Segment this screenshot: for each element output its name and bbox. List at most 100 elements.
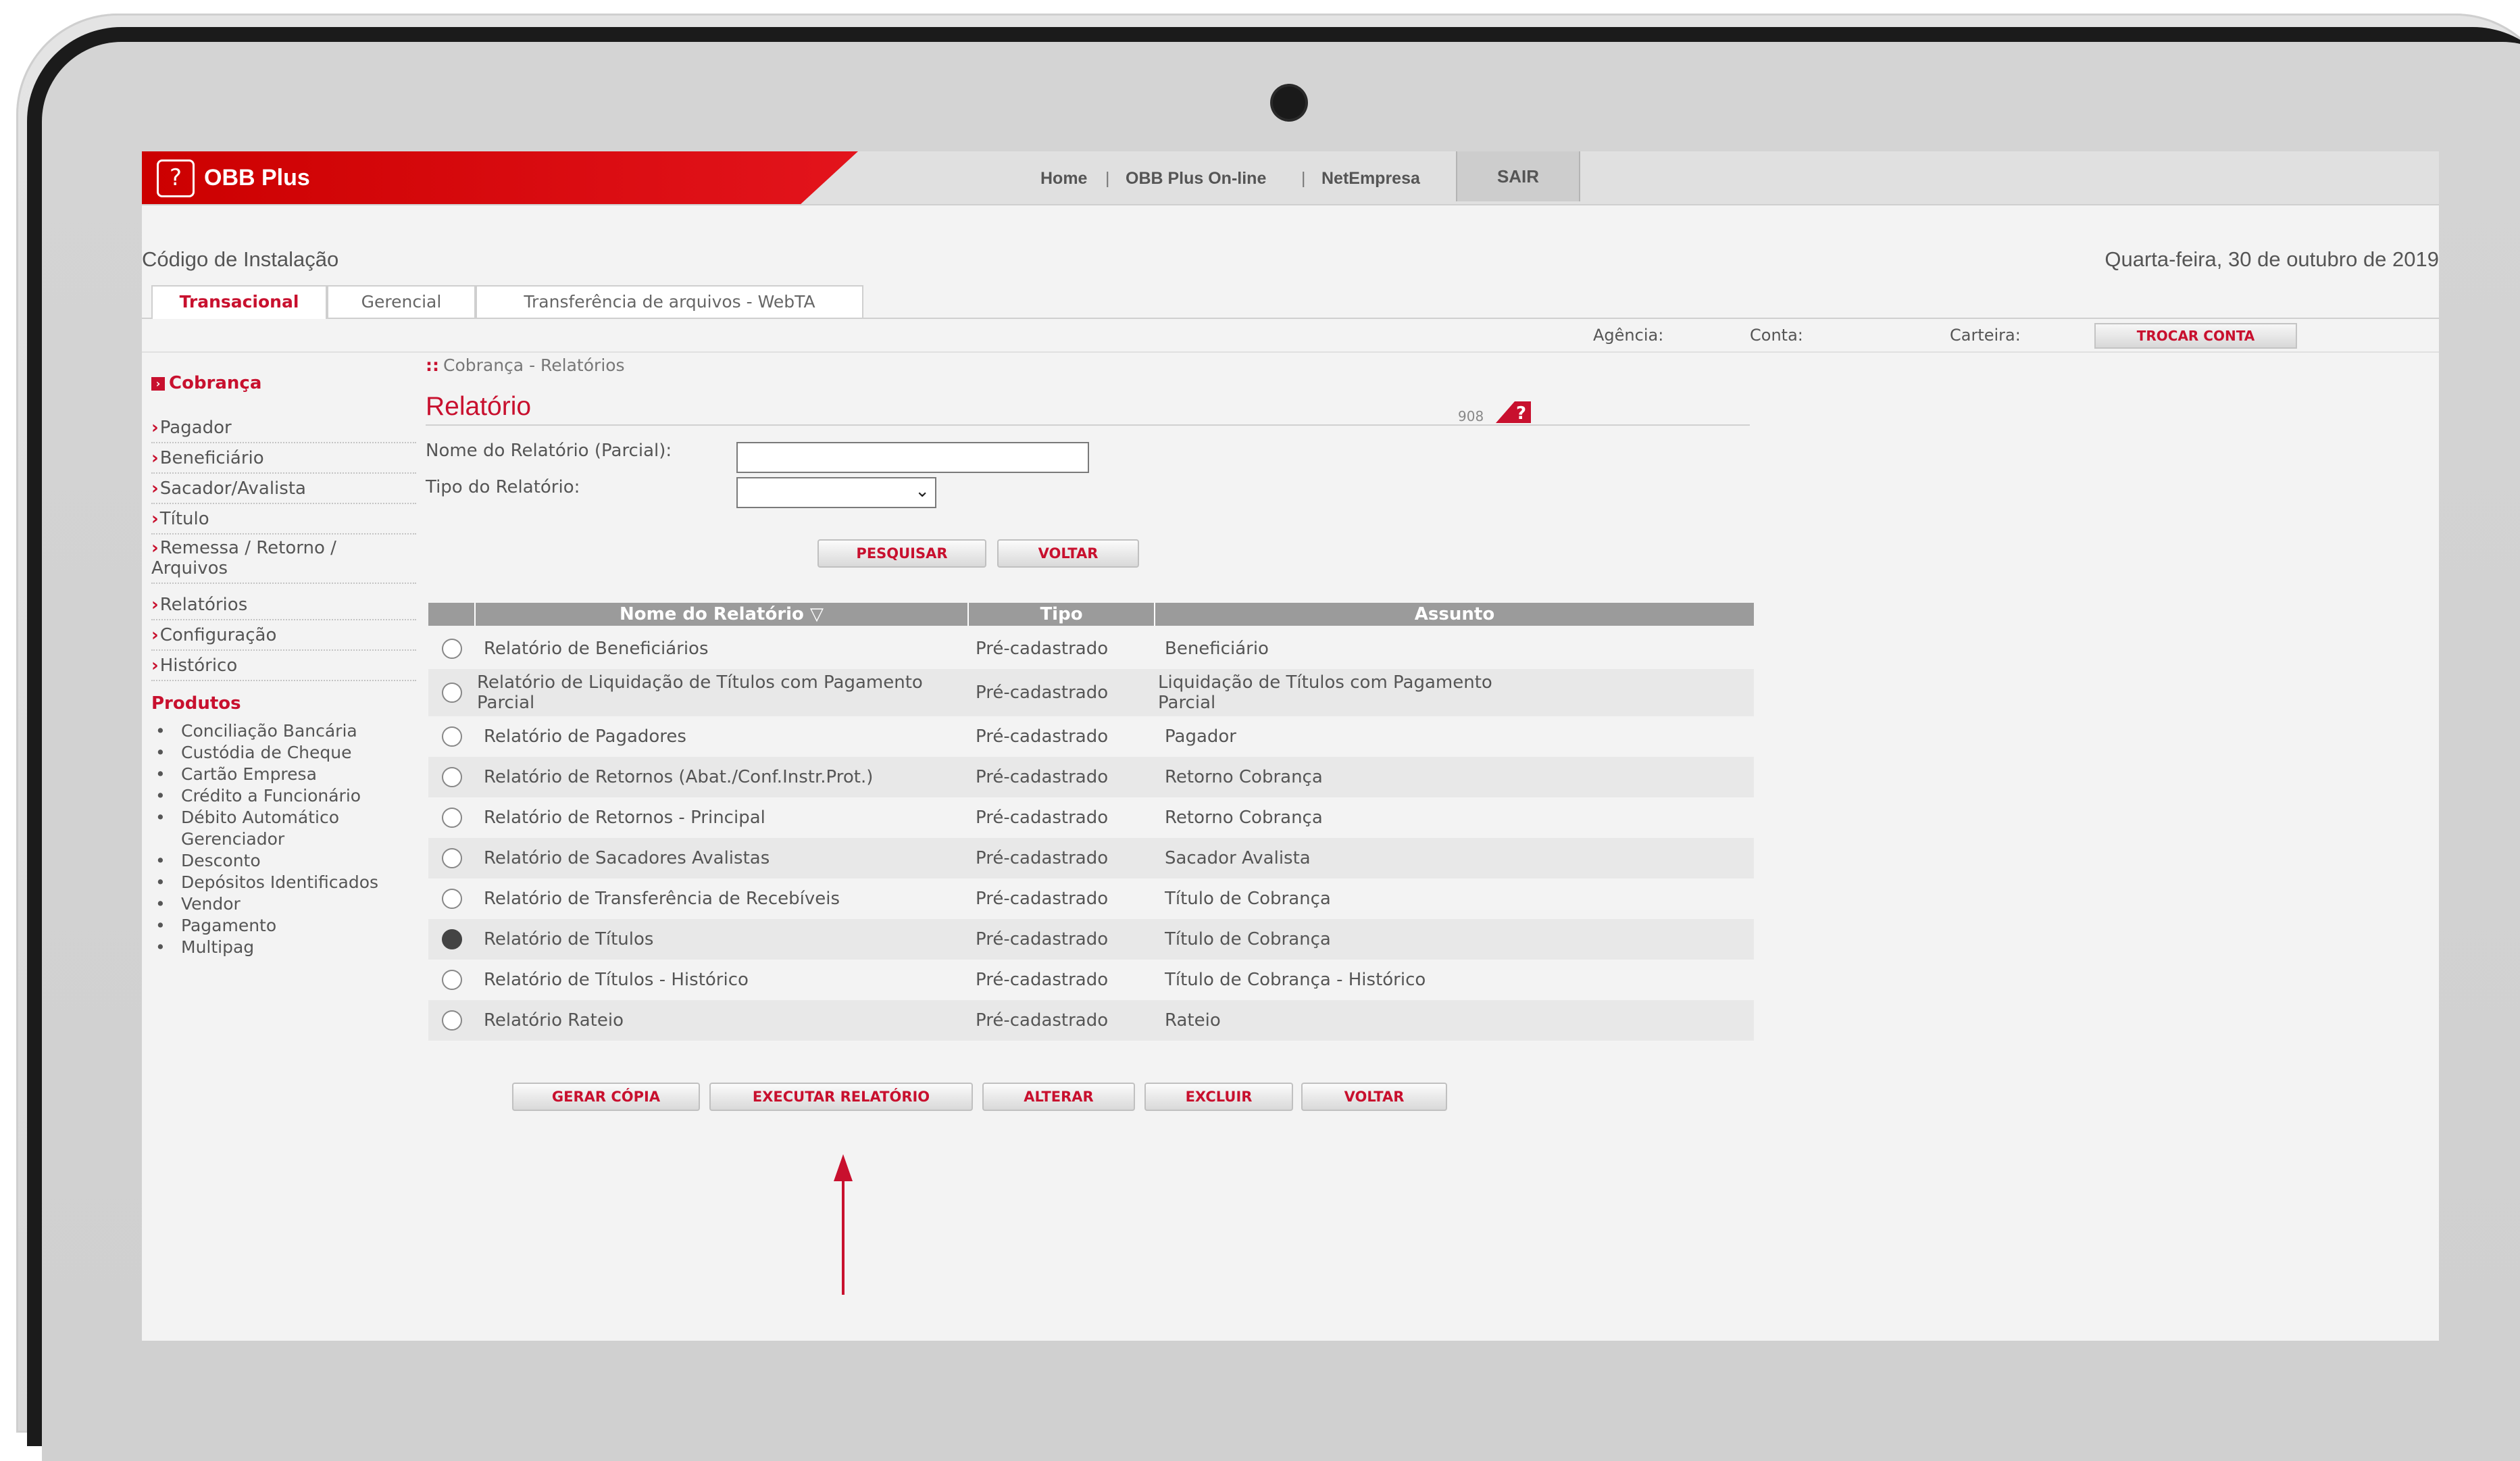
table-row[interactable]: Relatório de Beneficiários Pré-cadastrad… — [428, 628, 1754, 669]
product-link[interactable]: Crédito a Funcionário — [151, 785, 416, 807]
conta-label: Conta: — [1750, 326, 1803, 345]
sidebar-item-titulo[interactable]: ›Título — [151, 505, 416, 535]
row-tipo: Pré-cadastrado — [976, 726, 1109, 747]
table-row[interactable]: Relatório de Retornos (Abat./Conf.Instr.… — [428, 757, 1754, 797]
row-radio[interactable] — [442, 808, 462, 828]
table-row[interactable]: Relatório de Títulos - Histórico Pré-cad… — [428, 960, 1754, 1000]
trocar-conta-button[interactable]: TROCAR CONTA — [2094, 323, 2297, 349]
voltar-bottom-button[interactable]: VOLTAR — [1301, 1083, 1447, 1111]
chevron-right-icon: › — [151, 509, 159, 529]
gerar-copia-button[interactable]: GERAR CÓPIA — [512, 1083, 700, 1111]
sidebar-item-label: Título — [159, 509, 209, 529]
sair-button[interactable]: SAIR — [1456, 151, 1580, 201]
sidebar-item-sacador[interactable]: ›Sacador/Avalista — [151, 474, 416, 504]
products-title: Produtos — [151, 693, 241, 714]
row-radio[interactable] — [442, 1010, 462, 1031]
excluir-button[interactable]: EXCLUIR — [1144, 1083, 1293, 1111]
row-radio[interactable] — [442, 639, 462, 659]
product-link[interactable]: Depósitos Identificados — [151, 872, 416, 893]
header-label: Nome do Relatório — [620, 604, 804, 624]
row-radio[interactable] — [442, 726, 462, 747]
breadcrumb-text: Cobrança - Relatórios — [443, 355, 625, 375]
svg-text:?: ? — [1516, 403, 1526, 424]
row-assunto: Sacador Avalista — [1165, 848, 1311, 868]
red-arrow-shaft — [842, 1173, 845, 1295]
product-link[interactable]: Cartão Empresa — [151, 764, 416, 785]
row-tipo: Pré-cadastrado — [976, 970, 1109, 990]
pesquisar-button[interactable]: PESQUISAR — [817, 539, 986, 568]
sidebar-item-configuracao[interactable]: ›Configuração — [151, 621, 416, 651]
table-row[interactable]: Relatório de Pagadores Pré-cadastrado Pa… — [428, 716, 1754, 757]
chevron-right-icon: › — [151, 625, 159, 645]
product-link[interactable]: Conciliação Bancária — [151, 720, 416, 742]
row-radio-selected[interactable] — [442, 929, 462, 949]
install-code-label: Código de Instalação — [142, 247, 339, 271]
product-link[interactable]: Multipag — [151, 937, 416, 958]
product-link[interactable]: Desconto — [151, 850, 416, 872]
nav-netempresa-link[interactable]: NetEmpresa — [1321, 169, 1420, 189]
executar-relatorio-button[interactable]: EXECUTAR RELATÓRIO — [709, 1083, 973, 1111]
table-header-name[interactable]: Nome do Relatório ▽ — [476, 603, 969, 626]
product-link[interactable]: Débito Automático Gerenciador — [151, 807, 416, 850]
sort-down-icon: ▽ — [810, 604, 824, 624]
camera-icon — [1273, 86, 1305, 119]
sidebar-item-relatorios[interactable]: ›Relatórios — [151, 591, 416, 620]
row-radio[interactable] — [442, 683, 462, 703]
sidebar-item-beneficiario[interactable]: ›Beneficiário — [151, 444, 416, 474]
row-tipo: Pré-cadastrado — [976, 808, 1109, 828]
report-type-select[interactable]: ⌄ — [736, 477, 936, 508]
help-question-icon[interactable]: ? — [1492, 400, 1532, 424]
row-name: Relatório de Liquidação de Títulos com P… — [477, 672, 923, 713]
row-radio[interactable] — [442, 970, 462, 990]
tab-transacional[interactable]: Transacional — [151, 285, 327, 319]
table-row[interactable]: Relatório de Liquidação de Títulos com P… — [428, 669, 1754, 716]
row-assunto: Retorno Cobrança — [1165, 808, 1323, 828]
title-divider — [426, 424, 1750, 426]
product-link[interactable]: Custódia de Cheque — [151, 742, 416, 764]
voltar-top-button[interactable]: VOLTAR — [997, 539, 1139, 568]
nav-home-link[interactable]: Home — [1040, 169, 1087, 189]
product-link[interactable]: Vendor — [151, 893, 416, 915]
breadcrumb: :: Cobrança - Relatórios — [426, 355, 625, 375]
table-row[interactable]: Relatório de Transferência de Recebíveis… — [428, 878, 1754, 919]
nav-separator: | — [1105, 169, 1110, 188]
row-radio[interactable] — [442, 848, 462, 868]
report-name-input[interactable] — [736, 442, 1089, 473]
row-assunto: Liquidação de Títulos com Pagamento Parc… — [1158, 672, 1492, 713]
chevron-right-icon: › — [151, 655, 159, 676]
tab-gerencial[interactable]: Gerencial — [327, 285, 476, 318]
tab-webta[interactable]: Transferência de arquivos - WebTA — [476, 285, 863, 318]
row-tipo: Pré-cadastrado — [976, 639, 1109, 659]
sidebar-item-pagador[interactable]: ›Pagador — [151, 414, 416, 443]
sidebar-item-label: Histórico — [159, 655, 238, 676]
table-row-selected[interactable]: Relatório de Títulos Pré-cadastrado Títu… — [428, 919, 1754, 960]
row-assunto: Rateio — [1165, 1010, 1221, 1031]
nav-online-link[interactable]: OBB Plus On-line — [1126, 169, 1266, 189]
sidebar-item-label: Sacador/Avalista — [159, 478, 306, 499]
row-name: Relatório de Sacadores Avalistas — [484, 848, 770, 868]
chevron-right-icon: › — [151, 418, 159, 438]
app-screen: ? OBB Plus Home | OBB Plus On-line | Net… — [142, 151, 2439, 1341]
row-assunto: Título de Cobrança — [1165, 889, 1331, 909]
row-radio[interactable] — [442, 889, 462, 909]
chevron-down-icon: ⌄ — [915, 481, 930, 501]
table-header-assunto: Assunto — [1155, 603, 1754, 626]
table-row[interactable]: Relatório de Sacadores Avalistas Pré-cad… — [428, 838, 1754, 878]
table-row[interactable]: Relatório Rateio Pré-cadastrado Rateio — [428, 1000, 1754, 1041]
sidebar-item-historico[interactable]: ›Histórico — [151, 651, 416, 681]
product-link[interactable]: Pagamento — [151, 915, 416, 937]
sidebar-section-cobranca[interactable]: › Cobrança — [151, 373, 261, 393]
sidebar-item-label: Pagador — [159, 418, 232, 438]
breadcrumb-dots-icon: :: — [426, 355, 439, 375]
row-assunto: Pagador — [1165, 726, 1236, 747]
table-row[interactable]: Relatório de Retornos - Principal Pré-ca… — [428, 797, 1754, 838]
row-assunto: Retorno Cobrança — [1165, 767, 1323, 787]
row-assunto: Título de Cobrança - Histórico — [1165, 970, 1426, 990]
row-name: Relatório de Transferência de Recebíveis — [484, 889, 840, 909]
alterar-button[interactable]: ALTERAR — [982, 1083, 1135, 1111]
chevron-right-icon: › — [151, 595, 159, 615]
sidebar-item-remessa[interactable]: ›Remessa / Retorno / Arquivos — [151, 534, 416, 584]
row-radio[interactable] — [442, 767, 462, 787]
report-type-label: Tipo do Relatório: — [426, 477, 580, 497]
logo-icon: ? — [157, 159, 195, 197]
